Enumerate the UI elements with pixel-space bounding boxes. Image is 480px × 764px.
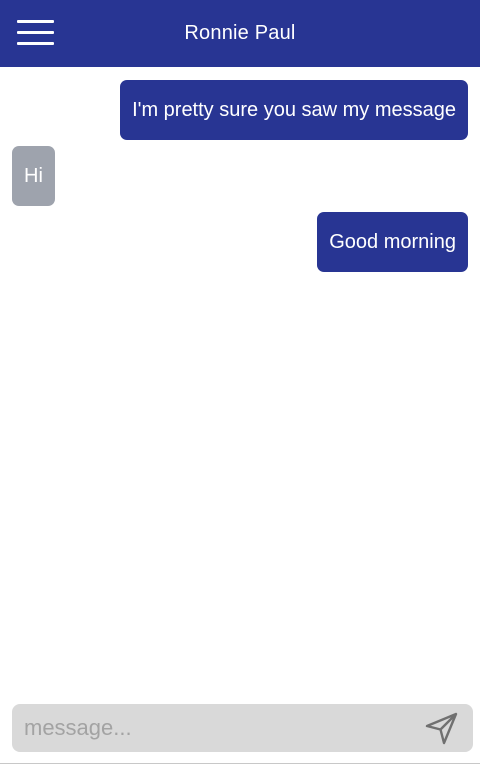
app-header: Ronnie Paul xyxy=(0,0,480,67)
message-composer xyxy=(12,704,473,752)
send-icon[interactable] xyxy=(423,710,461,746)
sent-message-bubble[interactable]: Good morning xyxy=(317,212,468,272)
menu-line xyxy=(17,31,54,34)
contact-name-title: Ronnie Paul xyxy=(184,22,296,44)
chat-screen: Ronnie Paul I'm pretty sure you saw my m… xyxy=(0,0,480,764)
message-input[interactable] xyxy=(24,704,414,752)
sent-message-bubble[interactable]: I'm pretty sure you saw my message xyxy=(120,80,468,140)
menu-line xyxy=(17,42,54,45)
menu-line xyxy=(17,20,54,23)
hamburger-menu-icon[interactable] xyxy=(17,20,54,45)
received-message-bubble[interactable]: Hi xyxy=(12,146,55,206)
message-list[interactable]: I'm pretty sure you saw my message Hi Go… xyxy=(0,67,480,697)
